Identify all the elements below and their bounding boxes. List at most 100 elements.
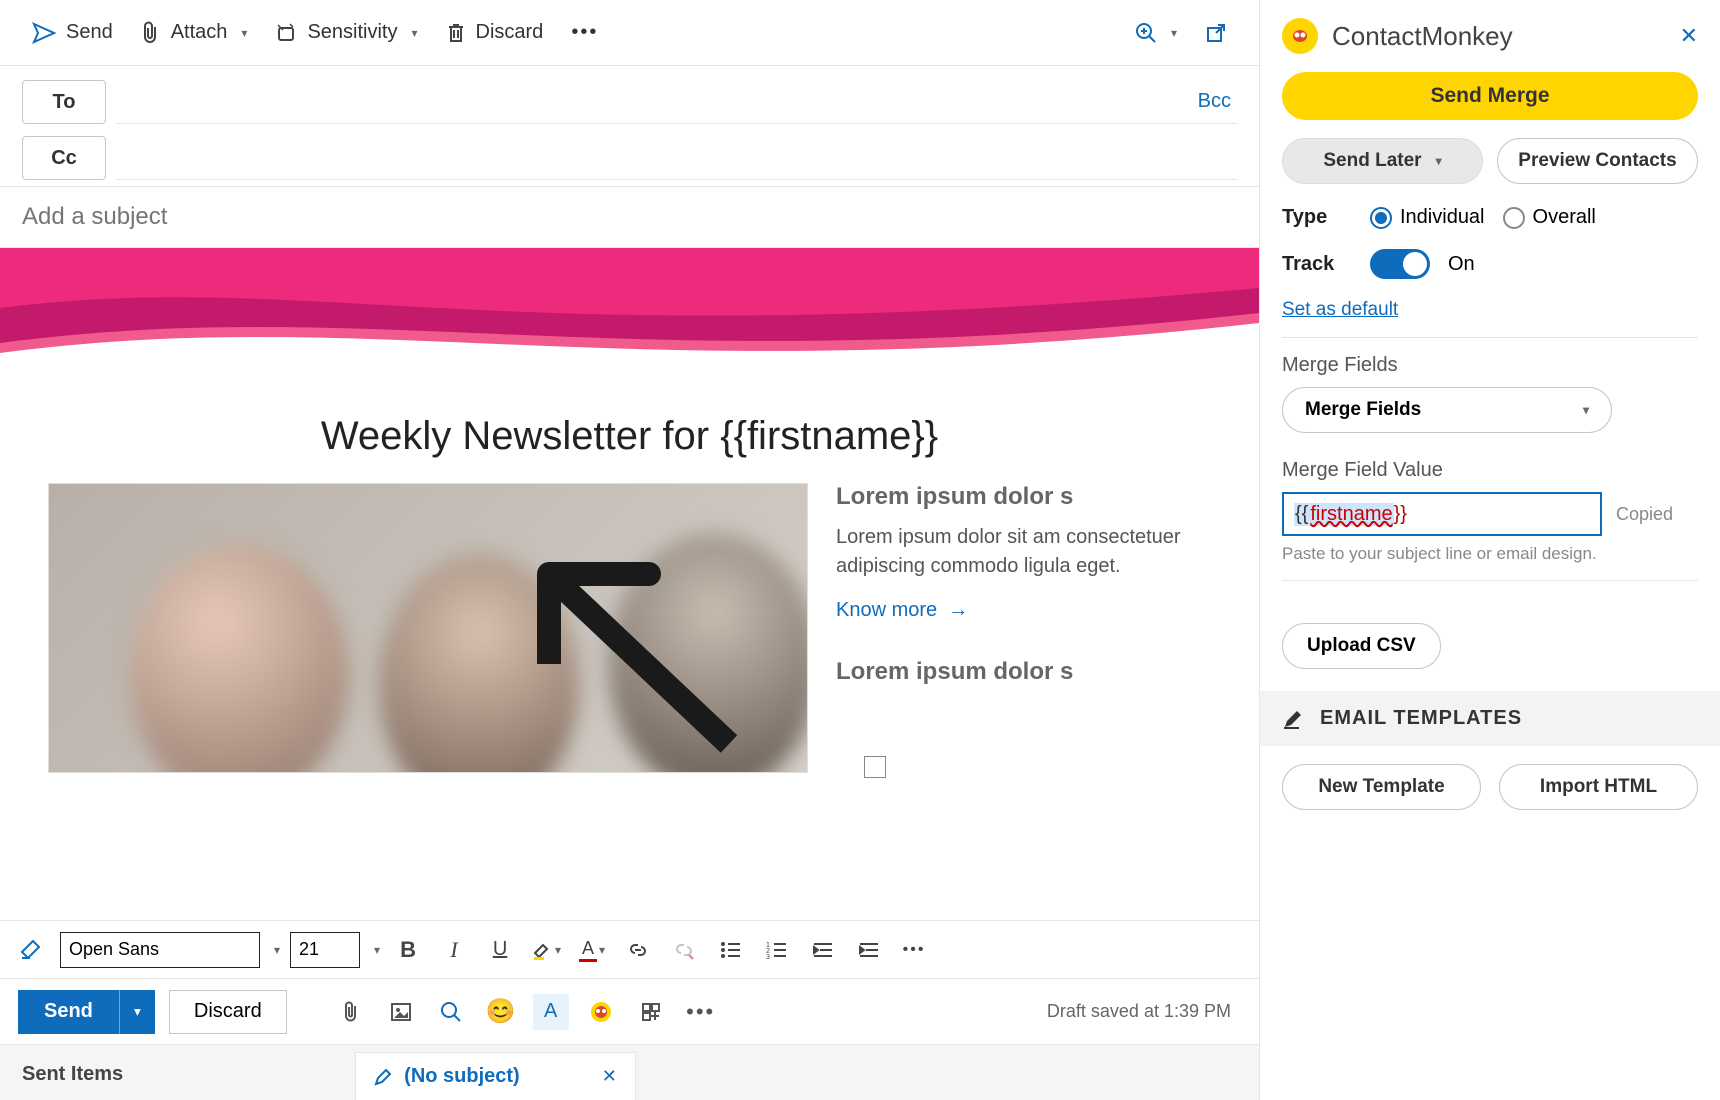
discard-label: Discard bbox=[476, 21, 544, 44]
chevron-down-icon: ▾ bbox=[1171, 26, 1177, 40]
text-style-action-icon[interactable]: A bbox=[533, 994, 569, 1030]
popout-icon bbox=[1205, 22, 1227, 44]
block1-title: Lorem ipsum dolor s bbox=[836, 483, 1211, 511]
folder-label[interactable]: Sent Items bbox=[10, 1049, 135, 1100]
newsletter-image bbox=[48, 483, 808, 773]
monkey-addin-icon[interactable] bbox=[583, 994, 619, 1030]
contactmonkey-panel: ContactMonkey ✕ Send Merge Send Later ▾ … bbox=[1260, 0, 1720, 1100]
type-overall-radio[interactable]: Overall bbox=[1503, 206, 1596, 229]
attach-button[interactable]: Attach ▾ bbox=[127, 13, 262, 53]
send-options-button[interactable]: ▾ bbox=[119, 990, 155, 1034]
track-toggle[interactable] bbox=[1370, 249, 1430, 279]
outdent-button[interactable] bbox=[804, 932, 840, 968]
zoom-in-icon bbox=[1135, 22, 1157, 44]
unlink-button[interactable] bbox=[666, 932, 702, 968]
contactmonkey-logo-icon bbox=[1282, 18, 1318, 54]
font-color-button[interactable]: A▾ bbox=[574, 932, 610, 968]
import-html-button[interactable]: Import HTML bbox=[1499, 764, 1698, 810]
merge-value-label: Merge Field Value bbox=[1282, 459, 1698, 482]
italic-button[interactable]: I bbox=[436, 932, 472, 968]
chevron-down-icon: ▾ bbox=[241, 26, 247, 40]
sensitivity-label: Sensitivity bbox=[307, 21, 397, 44]
svg-text:3: 3 bbox=[766, 954, 770, 959]
recipients-area: To Bcc Cc bbox=[0, 66, 1259, 187]
merge-fields-select[interactable]: Merge Fields ▾ bbox=[1282, 387, 1612, 433]
close-tab-icon[interactable]: ✕ bbox=[602, 1066, 617, 1087]
send-primary-button[interactable]: Send bbox=[18, 990, 119, 1034]
action-bar: Send ▾ Discard 😊 A ••• Dr bbox=[0, 978, 1259, 1044]
attach-label: Attach bbox=[171, 21, 228, 44]
send-button[interactable]: Send bbox=[18, 13, 127, 53]
zoom-button[interactable]: ▾ bbox=[1121, 13, 1191, 53]
to-input[interactable] bbox=[116, 80, 1237, 124]
cc-button[interactable]: Cc bbox=[22, 136, 106, 180]
attach-action-icon[interactable] bbox=[333, 994, 369, 1030]
footer-bar: Sent Items (No subject) ✕ bbox=[0, 1044, 1259, 1100]
bold-button[interactable]: B bbox=[390, 932, 426, 968]
link-button[interactable] bbox=[620, 932, 656, 968]
font-size-value: 21 bbox=[299, 939, 319, 960]
merge-fields-label: Merge Fields bbox=[1282, 354, 1698, 377]
newsletter-banner bbox=[0, 248, 1259, 378]
block2-title: Lorem ipsum dolor s bbox=[836, 658, 1211, 686]
font-family-select[interactable]: Open Sans bbox=[60, 932, 260, 968]
more-format-button[interactable]: ••• bbox=[896, 932, 932, 968]
search-action-icon[interactable] bbox=[433, 994, 469, 1030]
copied-label: Copied bbox=[1616, 504, 1673, 525]
font-name-value: Open Sans bbox=[69, 939, 159, 960]
send-merge-button[interactable]: Send Merge bbox=[1282, 72, 1698, 120]
new-template-button[interactable]: New Template bbox=[1282, 764, 1481, 810]
format-toolbar: Open Sans ▾ 21 ▾ B I U ▾ A▾ bbox=[0, 920, 1259, 978]
popout-button[interactable] bbox=[1191, 13, 1241, 53]
newsletter-headline: Weekly Newsletter for {{firstname}} bbox=[0, 378, 1259, 483]
draft-status: Draft saved at 1:39 PM bbox=[1047, 1001, 1241, 1022]
send-label: Send bbox=[66, 21, 113, 44]
sensitivity-button[interactable]: Sensitivity ▾ bbox=[261, 13, 431, 53]
format-painter-icon[interactable] bbox=[14, 932, 50, 968]
bcc-link[interactable]: Bcc bbox=[1198, 90, 1231, 113]
preview-contacts-button[interactable]: Preview Contacts bbox=[1497, 138, 1698, 184]
discard-button[interactable]: Discard bbox=[432, 13, 558, 53]
chevron-down-icon: ▾ bbox=[411, 26, 417, 40]
chevron-down-icon[interactable]: ▾ bbox=[274, 943, 280, 957]
bullets-button[interactable] bbox=[712, 932, 748, 968]
image-select-checkbox[interactable] bbox=[864, 756, 886, 778]
track-label: Track bbox=[1282, 253, 1352, 276]
know-more-link[interactable]: Know more → bbox=[836, 599, 968, 621]
emoji-action-icon[interactable]: 😊 bbox=[483, 994, 519, 1030]
more-actions-icon[interactable]: ••• bbox=[683, 994, 719, 1030]
set-default-link[interactable]: Set as default bbox=[1282, 299, 1698, 321]
send-later-button[interactable]: Send Later ▾ bbox=[1282, 138, 1483, 184]
type-individual-radio[interactable]: Individual bbox=[1370, 206, 1485, 229]
compose-tab[interactable]: (No subject) ✕ bbox=[355, 1052, 636, 1100]
compose-toolbar: Send Attach ▾ Sensitivity ▾ Dis bbox=[0, 0, 1259, 66]
ellipsis-icon: ••• bbox=[571, 21, 598, 44]
discard-action-button[interactable]: Discard bbox=[169, 990, 287, 1034]
send-icon bbox=[32, 21, 56, 45]
email-body-canvas[interactable]: Weekly Newsletter for {{firstname}} Lore… bbox=[0, 248, 1259, 920]
block1-body: Lorem ipsum dolor sit am consectetuer ad… bbox=[836, 523, 1211, 581]
merge-value-input[interactable]: {{firstname}} bbox=[1282, 492, 1602, 536]
to-button[interactable]: To bbox=[22, 80, 106, 124]
underline-button[interactable]: U bbox=[482, 932, 518, 968]
font-size-select[interactable]: 21 bbox=[290, 932, 360, 968]
chevron-down-icon[interactable]: ▾ bbox=[374, 943, 380, 957]
tab-title: (No subject) bbox=[404, 1065, 520, 1088]
subject-input[interactable] bbox=[22, 203, 1237, 231]
paperclip-icon bbox=[141, 21, 161, 45]
cc-input[interactable] bbox=[116, 136, 1237, 180]
apps-action-icon[interactable] bbox=[633, 994, 669, 1030]
arrow-sketch-icon bbox=[479, 514, 739, 754]
trash-icon bbox=[446, 22, 466, 44]
type-label: Type bbox=[1282, 206, 1352, 229]
chevron-down-icon: ▾ bbox=[1583, 403, 1589, 417]
picture-action-icon[interactable] bbox=[383, 994, 419, 1030]
highlight-button[interactable]: ▾ bbox=[528, 932, 564, 968]
close-panel-icon[interactable]: ✕ bbox=[1680, 23, 1698, 49]
more-button[interactable]: ••• bbox=[557, 13, 612, 53]
numbering-button[interactable]: 123 bbox=[758, 932, 794, 968]
upload-csv-button[interactable]: Upload CSV bbox=[1282, 623, 1441, 669]
indent-button[interactable] bbox=[850, 932, 886, 968]
sensitivity-icon bbox=[275, 22, 297, 44]
pencil-edit-icon bbox=[1282, 708, 1304, 730]
